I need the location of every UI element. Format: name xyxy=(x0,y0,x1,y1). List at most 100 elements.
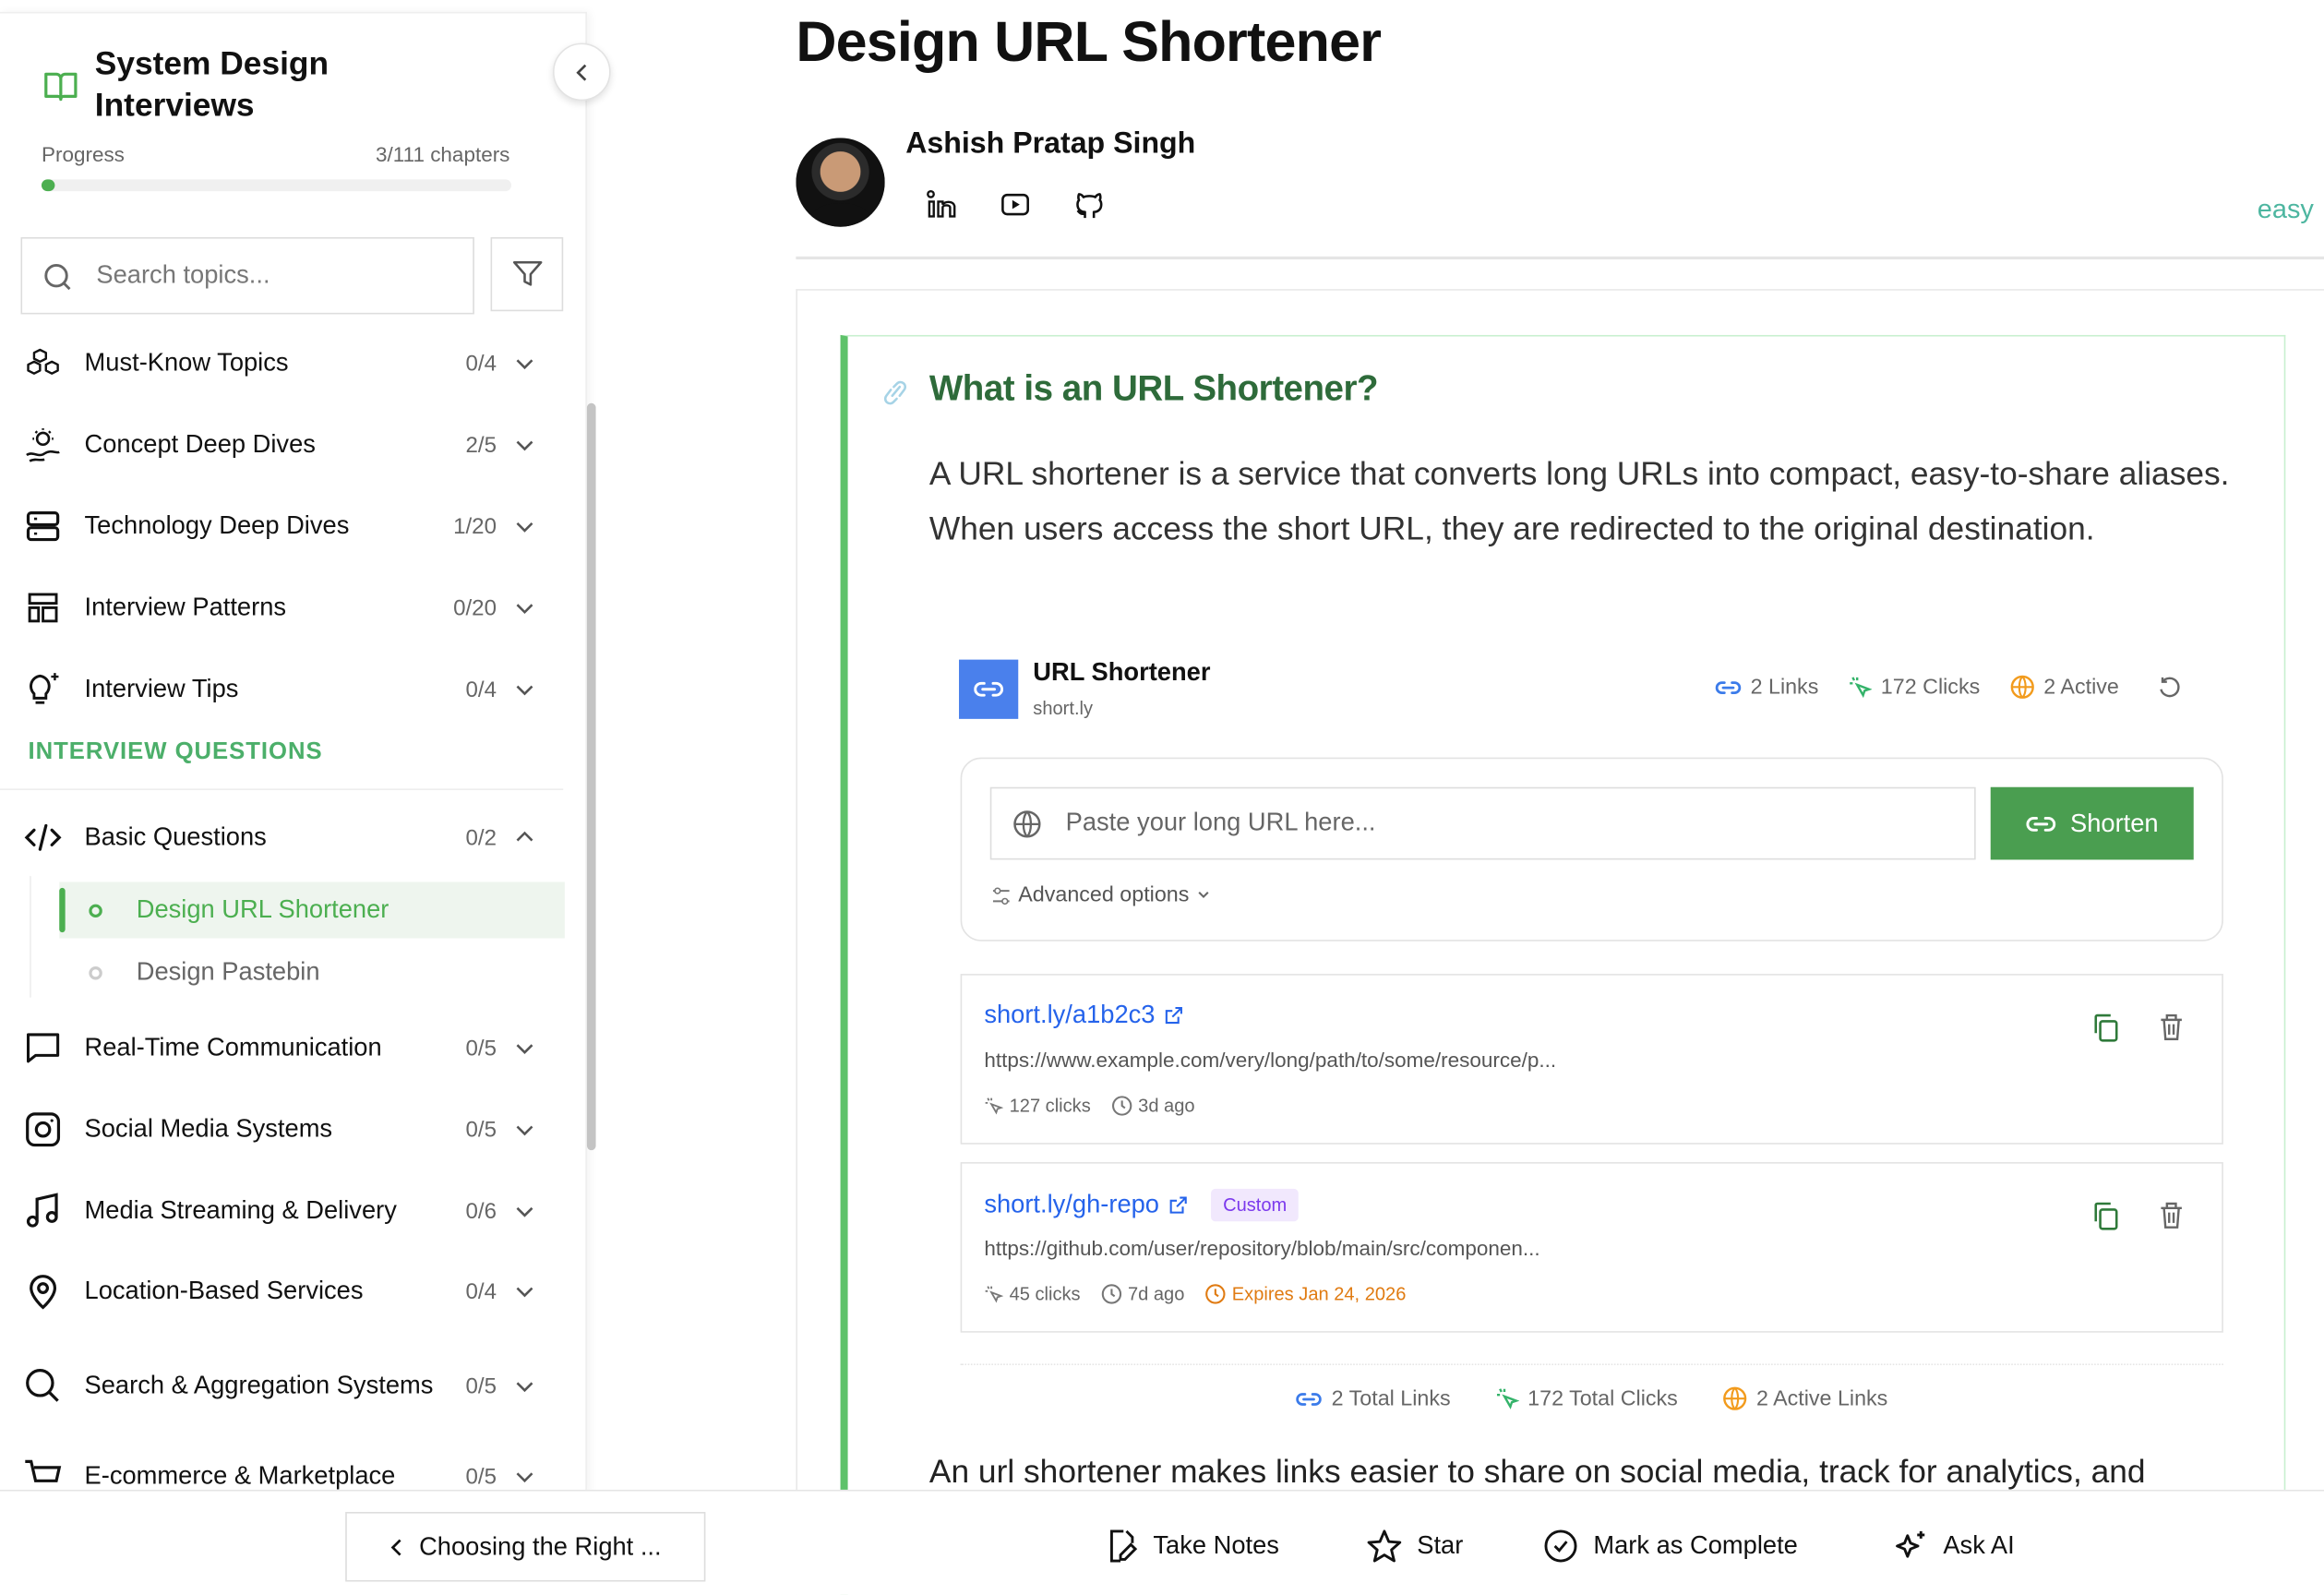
sub-item-label: Design Pastebin xyxy=(136,957,320,986)
collapse-sidebar-button[interactable] xyxy=(553,42,611,102)
nav-item-location-based-services[interactable]: Location-Based Services 0/4 xyxy=(0,1273,563,1310)
nav-item-interview-tips[interactable]: Interview Tips 0/4 xyxy=(0,671,563,707)
globe-icon xyxy=(1013,810,1041,838)
mark-complete-label: Mark as Complete xyxy=(1593,1530,1798,1560)
nav-count: 2/5 xyxy=(465,432,497,458)
nav-item-concept-deep-dives[interactable]: Concept Deep Dives 2/5 xyxy=(0,426,563,462)
ask-ai-button[interactable]: Ask AI xyxy=(1893,1527,2015,1565)
layout-icon xyxy=(28,593,58,623)
nav-label: Location-Based Services xyxy=(84,1276,364,1305)
note-edit-icon xyxy=(1109,1529,1138,1563)
nav-label: Real-Time Communication xyxy=(84,1033,382,1061)
nav-item-media-streaming-delivery[interactable]: Media Streaming & Delivery 0/6 xyxy=(0,1193,563,1229)
progress-bar xyxy=(41,179,512,192)
chevron-down-icon xyxy=(516,359,533,370)
short-url-link[interactable]: short.ly/gh-repo xyxy=(984,1191,1159,1220)
chevron-down-icon xyxy=(516,1287,533,1298)
external-link-icon[interactable] xyxy=(1164,1006,1183,1025)
nav-item-interview-patterns[interactable]: Interview Patterns 0/20 xyxy=(0,590,563,626)
total-links-label: 2 Total Links xyxy=(1331,1386,1451,1411)
previous-chapter-button[interactable]: Choosing the Right ... xyxy=(345,1512,706,1582)
short-url-link[interactable]: short.ly/a1b2c3 xyxy=(984,1001,1155,1030)
chevron-down-icon xyxy=(516,1206,533,1217)
author-name: Ashish Pratap Singh xyxy=(905,127,1196,161)
total-links: 2 Total Links xyxy=(1296,1386,1451,1411)
sub-item-design-pastebin[interactable]: Design Pastebin xyxy=(59,944,565,1001)
filter-button[interactable] xyxy=(490,236,564,312)
check-circle-icon xyxy=(1544,1529,1577,1563)
youtube-icon[interactable] xyxy=(1000,191,1030,218)
created-age: 3d ago xyxy=(1138,1095,1195,1117)
nav-label: Interview Patterns xyxy=(84,593,287,621)
nav-label: Social Media Systems xyxy=(84,1114,333,1144)
chevron-down-icon xyxy=(516,440,533,451)
star-button[interactable]: Star xyxy=(1367,1527,1463,1565)
sub-item-design-url-shortener[interactable]: Design URL Shortener xyxy=(59,881,565,939)
code-icon xyxy=(24,823,62,851)
sliders-icon xyxy=(992,886,1010,905)
lightbulb-wave-icon xyxy=(26,428,60,462)
difficulty-badge: easy xyxy=(2257,194,2314,224)
clock-icon xyxy=(1101,1284,1122,1304)
sidebar-scrollbar[interactable] xyxy=(586,402,596,1151)
nav-item-must-know-topics[interactable]: Must-Know Topics 0/4 xyxy=(0,345,563,381)
chevron-down-icon xyxy=(516,685,533,696)
author-avatar xyxy=(796,138,885,227)
active-stat: 2 Active xyxy=(2009,675,2119,700)
copy-icon[interactable] xyxy=(2090,1201,2119,1230)
trash-icon[interactable] xyxy=(2158,1013,2185,1042)
section-header: INTERVIEW QUESTIONS xyxy=(28,739,323,765)
search-placeholder: Search topics... xyxy=(96,260,270,290)
copy-icon[interactable] xyxy=(2090,1013,2119,1042)
refresh-icon[interactable] xyxy=(2158,675,2182,699)
chevron-down-icon xyxy=(1198,892,1209,899)
active-count: 2 Active xyxy=(2043,675,2119,700)
sparkle-icon xyxy=(1896,1530,1925,1558)
divider xyxy=(960,1363,2223,1366)
shorten-button[interactable]: Shorten xyxy=(1990,786,2194,860)
nav-label: Interview Tips xyxy=(84,674,239,703)
github-icon[interactable] xyxy=(1074,190,1104,220)
instagram-icon xyxy=(26,1112,61,1147)
nav-item-real-time-communication[interactable]: Real-Time Communication 0/5 xyxy=(0,1030,563,1066)
chevron-down-icon xyxy=(516,1125,533,1136)
nav-count: 0/2 xyxy=(465,824,497,850)
click-count: 45 clicks xyxy=(1009,1283,1081,1305)
globe-icon xyxy=(1723,1386,1747,1410)
click-icon xyxy=(985,1285,1004,1302)
nav-item-technology-deep-dives[interactable]: Technology Deep Dives 1/20 xyxy=(0,509,563,545)
chevron-left-icon xyxy=(390,1538,401,1555)
sidebar: System Design Interviews Progress 3/111 … xyxy=(0,11,587,1494)
custom-badge: Custom xyxy=(1211,1188,1300,1222)
mark-complete-button[interactable]: Mark as Complete xyxy=(1543,1527,1798,1565)
chevron-down-icon xyxy=(516,522,533,533)
advanced-options-toggle[interactable]: Advanced options xyxy=(991,883,1211,907)
trash-icon[interactable] xyxy=(2158,1201,2185,1230)
map-pin-icon xyxy=(30,1275,57,1310)
nav-count: 0/5 xyxy=(465,1035,497,1061)
chevron-up-icon xyxy=(516,831,533,842)
server-icon xyxy=(26,511,60,542)
status-dot xyxy=(89,965,102,979)
take-notes-button[interactable]: Take Notes xyxy=(1106,1527,1279,1565)
linkedin-icon[interactable] xyxy=(927,189,959,220)
links-stat: 2 Links xyxy=(1715,675,1818,699)
ask-ai-label: Ask AI xyxy=(1943,1530,2015,1560)
section-paragraph-2: An url shortener makes links easier to s… xyxy=(928,1452,2146,1490)
search-input[interactable]: Search topics... xyxy=(20,236,474,315)
external-link-icon[interactable] xyxy=(1168,1195,1188,1215)
long-url-input[interactable]: Paste your long URL here... xyxy=(989,786,1976,860)
nav-count: 0/6 xyxy=(465,1198,497,1224)
chevron-down-icon xyxy=(516,1044,533,1055)
nav-label: E-commerce & Marketplace xyxy=(84,1461,396,1490)
nav-item-basic-questions[interactable]: Basic Questions 0/2 xyxy=(0,820,563,856)
nav-count: 0/5 xyxy=(465,1117,497,1143)
page-title: Design URL Shortener xyxy=(796,11,1382,75)
nav-count: 1/20 xyxy=(453,513,497,539)
nav-item-social-media-systems[interactable]: Social Media Systems 0/5 xyxy=(0,1111,563,1147)
active-links-label: 2 Active Links xyxy=(1755,1386,1888,1411)
link-icon xyxy=(1715,680,1742,694)
tree-line xyxy=(30,876,31,998)
sub-item-label: Design URL Shortener xyxy=(136,894,389,924)
link-icon xyxy=(974,681,1004,697)
